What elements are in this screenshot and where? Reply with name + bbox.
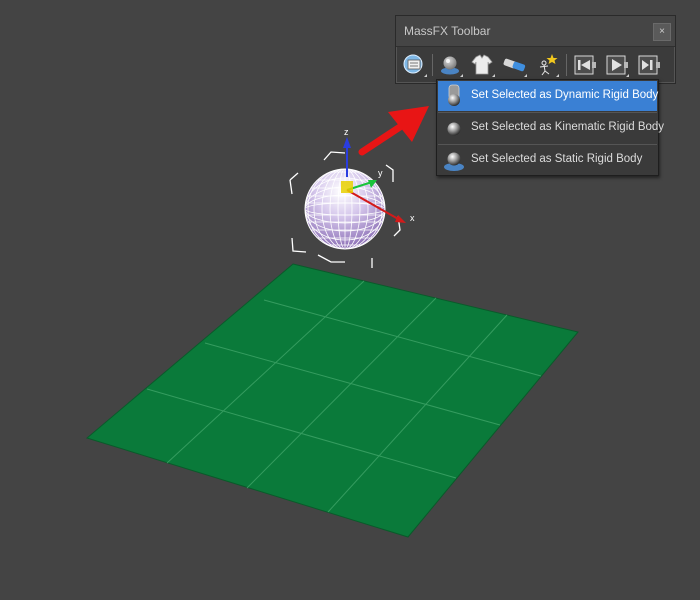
massfx-toolbar[interactable]: MassFX Toolbar × — [395, 15, 676, 84]
menu-item-label: Set Selected as Dynamic Rigid Body — [471, 89, 659, 101]
toolbar-separator — [566, 54, 567, 76]
toolbar-titlebar[interactable]: MassFX Toolbar × — [396, 16, 675, 47]
rigid-body-icon — [441, 56, 463, 77]
play-sim-icon — [606, 55, 629, 77]
ragdoll-button[interactable] — [532, 51, 562, 79]
menu-item-dynamic-rigid-body[interactable]: Set Selected as Dynamic Rigid Body — [438, 81, 659, 111]
ragdoll-icon — [539, 54, 559, 77]
rigid-body-dropdown: Set Selected as Dynamic Rigid Body Set S… — [436, 79, 664, 176]
start-simulation-button[interactable] — [602, 51, 632, 79]
kinematic-rigid-body-icon — [442, 115, 466, 141]
axis-label-x: x — [410, 213, 415, 223]
toolbar-close-button[interactable]: × — [653, 23, 671, 41]
menu-item-label: Set Selected as Static Rigid Body — [471, 153, 643, 165]
constraint-icon — [503, 58, 527, 77]
tshirt-icon — [471, 54, 495, 77]
reset-sim-icon — [574, 55, 596, 75]
step-sim-icon — [638, 55, 660, 75]
menu-item-kinematic-rigid-body[interactable]: Set Selected as Kinematic Rigid Body — [438, 113, 664, 143]
static-rigid-body-icon — [442, 147, 466, 173]
rigid-body-button[interactable] — [436, 51, 466, 79]
axis-label-y: y — [378, 168, 383, 178]
mcloth-button[interactable] — [468, 51, 498, 79]
world-params-icon — [403, 54, 427, 77]
toolbar-separator — [432, 54, 433, 76]
reset-simulation-button[interactable] — [570, 51, 600, 79]
constraint-button[interactable] — [500, 51, 530, 79]
step-simulation-button[interactable] — [634, 51, 664, 79]
annotation-arrow — [358, 106, 429, 156]
menu-item-static-rigid-body[interactable]: Set Selected as Static Rigid Body — [438, 145, 657, 175]
axis-label-z: z — [344, 127, 349, 137]
ground-plane[interactable] — [85, 263, 579, 538]
world-parameters-button[interactable] — [400, 51, 430, 79]
toolbar-title: MassFX Toolbar — [404, 24, 491, 38]
dynamic-rigid-body-icon — [442, 83, 466, 109]
menu-item-label: Set Selected as Kinematic Rigid Body — [471, 121, 665, 133]
